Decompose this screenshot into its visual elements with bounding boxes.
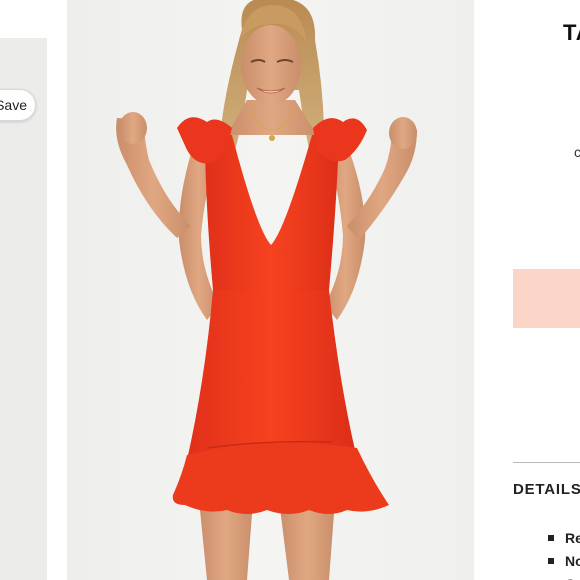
list-item-label: Re — [565, 530, 580, 546]
add-to-bag-button[interactable] — [513, 269, 580, 328]
bullet-icon — [548, 558, 554, 564]
divider — [513, 462, 580, 463]
product-title: TA — [563, 20, 580, 45]
details-list: Re No C — [548, 528, 580, 580]
product-main-image[interactable] — [67, 0, 474, 580]
list-item: No — [548, 551, 580, 574]
list-item-label: C — [565, 576, 575, 580]
save-button-label: Save — [0, 97, 27, 113]
list-item: Re — [548, 528, 580, 551]
bullet-icon — [548, 535, 554, 541]
product-page: Save — [0, 0, 580, 580]
list-item: C — [548, 574, 580, 580]
details-heading[interactable]: DETAILS — [513, 481, 580, 498]
list-item-label: No — [565, 553, 580, 569]
model-in-red-dress-photo — [116, 0, 417, 580]
product-meta-text: c — [574, 144, 580, 160]
save-button[interactable]: Save — [0, 89, 36, 121]
